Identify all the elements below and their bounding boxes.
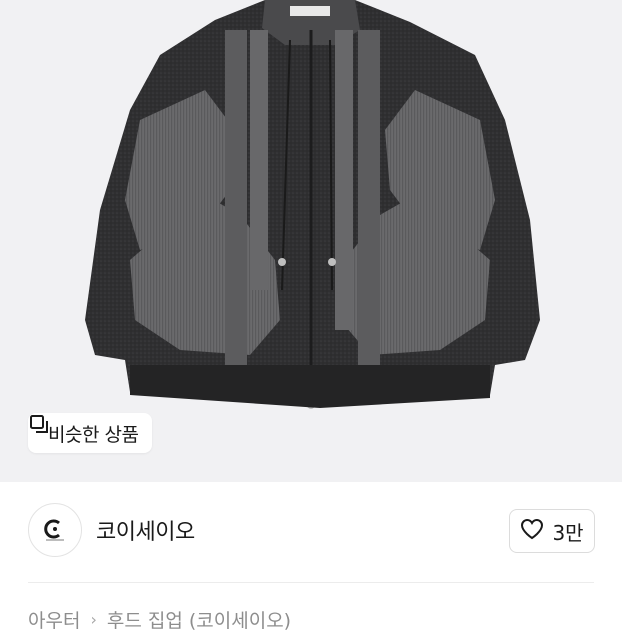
product-image[interactable]: 비슷한 상품	[0, 0, 622, 482]
chevron-right-icon: ›	[90, 610, 97, 629]
like-count: 3만	[552, 520, 584, 545]
like-button[interactable]: 3만	[509, 509, 595, 553]
similar-products-label: 비슷한 상품	[48, 423, 139, 446]
breadcrumb-item-category[interactable]: 아우터	[28, 606, 80, 633]
seller-avatar[interactable]	[28, 503, 82, 557]
seller-section: 코이세이오 3만	[0, 482, 622, 582]
similar-products-button[interactable]: 비슷한 상품	[28, 413, 153, 453]
hoodie-photo	[85, 0, 540, 409]
brand-logo	[44, 519, 64, 541]
heart-outline-icon	[520, 518, 544, 544]
divider	[28, 582, 594, 583]
seller-name[interactable]: 코이세이오	[96, 514, 195, 546]
breadcrumb: 아우터 › 후드 집업 (코이세이오)	[28, 606, 291, 633]
breadcrumb-item-subcategory[interactable]: 후드 집업 (코이세이오)	[107, 606, 291, 633]
